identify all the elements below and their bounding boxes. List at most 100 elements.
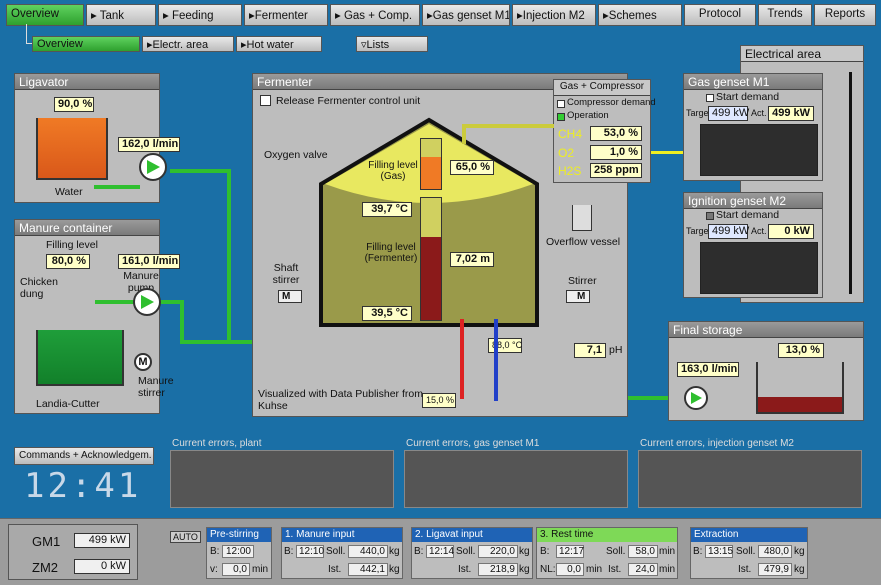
gm1-label: GM1 bbox=[32, 534, 61, 549]
tab-schemes[interactable]: ▸Schemes bbox=[598, 4, 682, 26]
step-soll-label: Soll. bbox=[736, 546, 756, 557]
ch4-value: 53,0 % bbox=[590, 126, 642, 141]
gm1-value: 499 kW bbox=[74, 533, 130, 548]
motor-label: M bbox=[577, 291, 586, 302]
step-b-label: B: bbox=[693, 546, 703, 557]
tab-label: Hot water bbox=[246, 39, 294, 51]
auto-badge: AUTO bbox=[170, 531, 201, 543]
step-ist-value: 479,9 bbox=[758, 563, 792, 576]
manure-filling-level: 80,0 % bbox=[46, 254, 90, 269]
manure-pump-icon[interactable] bbox=[133, 288, 161, 316]
tab-overview[interactable]: Overview bbox=[6, 4, 84, 26]
errors-injection-title: Current errors, injection genset M2 bbox=[640, 438, 794, 449]
step-soll-value: 220,0 bbox=[478, 545, 518, 558]
pipe bbox=[180, 300, 184, 344]
fermenter-level-label: Filling level (Fermenter) bbox=[364, 242, 418, 264]
step-soll-value: 480,0 bbox=[758, 545, 792, 558]
stirrer-motor[interactable]: M bbox=[566, 290, 590, 303]
tab-label: Schemes bbox=[608, 10, 657, 22]
panel-title: Gas genset M1 bbox=[684, 74, 822, 90]
step-b-label: B: bbox=[210, 546, 220, 557]
step-b-value: 12:00 bbox=[222, 545, 254, 558]
heat-pipe-blue bbox=[494, 319, 498, 401]
gas-level-bar bbox=[420, 138, 442, 190]
tab-gas-genset[interactable]: ▸Gas genset M1 bbox=[422, 4, 510, 26]
tab-gas-comp[interactable]: ▸ Gas + Comp. bbox=[330, 4, 420, 26]
step-ist-value: 218,9 bbox=[478, 563, 518, 576]
step-soll-value: 440,0 bbox=[348, 545, 388, 558]
genset1-act: 499 kW bbox=[768, 106, 814, 121]
act-label: Act. bbox=[751, 108, 767, 118]
tab-fermenter[interactable]: ▸Fermenter bbox=[244, 4, 328, 26]
storage-level: 13,0 % bbox=[778, 343, 824, 358]
shaft-stirrer-motor[interactable]: M bbox=[278, 290, 302, 303]
gas-pipe bbox=[462, 124, 466, 144]
subtab-electr-area[interactable]: ▸Electr. area bbox=[142, 36, 234, 52]
tab-label: Injection M2 bbox=[522, 10, 585, 22]
release-checkbox[interactable] bbox=[260, 95, 271, 106]
start-indicator bbox=[706, 94, 714, 102]
subtab-overview[interactable]: Overview bbox=[32, 36, 140, 52]
step-unit: kg bbox=[519, 546, 530, 557]
tab-protocol[interactable]: Protocol bbox=[684, 4, 756, 26]
ligavator-tank bbox=[36, 118, 108, 180]
act-label: Act. bbox=[751, 226, 767, 236]
tab-tank[interactable]: ▸ Tank bbox=[86, 4, 156, 26]
step-v-label: v: bbox=[210, 564, 218, 575]
step-title: 2. Ligavat input bbox=[412, 528, 532, 542]
button-label: Commands + Acknowledgem. bbox=[19, 450, 152, 461]
step-ist-value: 24,0 bbox=[628, 563, 658, 576]
tab-label: Trends bbox=[767, 8, 803, 20]
tab-trends[interactable]: Trends bbox=[758, 4, 812, 26]
errors-plant-list bbox=[170, 450, 394, 508]
ligavator-pump-icon[interactable] bbox=[139, 153, 167, 181]
tab-injection[interactable]: ▸Injection M2 bbox=[512, 4, 596, 26]
storage-tank bbox=[756, 362, 844, 414]
subtab-lists[interactable]: ▿Lists bbox=[356, 36, 428, 52]
step-title: 1. Manure input bbox=[282, 528, 402, 542]
step-unit: min bbox=[586, 564, 603, 575]
step-b-label: B: bbox=[414, 546, 424, 557]
ph-unit: pH bbox=[609, 344, 623, 356]
tab-label: Protocol bbox=[698, 8, 742, 20]
start-demand-label: Start demand bbox=[716, 209, 780, 221]
step-b-value: 13:15 bbox=[705, 545, 733, 558]
step-unit: kg bbox=[794, 564, 805, 575]
fermenter-level-bar bbox=[420, 197, 442, 321]
step-title: Pre-stirring bbox=[207, 528, 271, 542]
step-nl-value: 0,0 bbox=[556, 563, 584, 576]
ph-value: 7,1 bbox=[574, 343, 606, 358]
demand-indicator bbox=[557, 100, 565, 108]
gas-level-label: Filling level (Gas) bbox=[368, 160, 418, 182]
tab-reports[interactable]: Reports bbox=[814, 4, 876, 26]
errors-genset-list bbox=[404, 450, 628, 508]
filling-level-label: Filling level bbox=[46, 239, 98, 251]
h2s-label: H2S bbox=[558, 164, 582, 178]
storage-pump-icon[interactable] bbox=[684, 386, 708, 410]
tab-feeding[interactable]: ▸ Feeding bbox=[158, 4, 242, 26]
panel-title: Ignition genset M2 bbox=[684, 193, 822, 209]
busbar bbox=[849, 72, 852, 294]
tab-label: Overview bbox=[37, 38, 83, 50]
gas-pipe bbox=[462, 124, 554, 128]
gas-level-value: 65,0 % bbox=[450, 160, 494, 175]
operation-indicator bbox=[557, 113, 565, 121]
step-unit: min bbox=[659, 564, 676, 575]
genset2-act: 0 kW bbox=[768, 224, 814, 239]
motor-label: M bbox=[282, 291, 291, 302]
manure-stirrer-label: Manure stirrer bbox=[138, 375, 174, 399]
step-title: 3. Rest time bbox=[537, 528, 677, 542]
commands-button[interactable]: Commands + Acknowledgem. ▸ bbox=[14, 447, 154, 465]
step-unit: kg bbox=[519, 564, 530, 575]
step-v-value: 0,0 bbox=[222, 563, 250, 576]
heat-pipe-red bbox=[460, 319, 464, 399]
ch4-label: CH4 bbox=[558, 127, 583, 141]
panel-title: Ligavator bbox=[15, 74, 159, 90]
temp-bottom: 39,5 °C bbox=[362, 306, 412, 321]
panel-title: Electrical area bbox=[741, 46, 863, 62]
step-soll-value: 58,0 bbox=[628, 545, 658, 558]
step-ist-label: Ist. bbox=[328, 564, 342, 575]
manure-tank bbox=[36, 330, 124, 386]
subtab-hot-water[interactable]: ▸Hot water bbox=[236, 36, 322, 52]
tab-label: Tank bbox=[99, 10, 125, 22]
